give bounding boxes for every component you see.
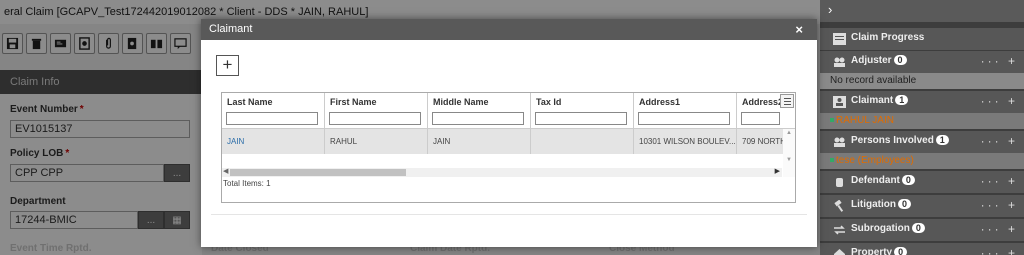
count-badge: 1 <box>935 135 949 145</box>
cell-first-name: RAHUL <box>325 129 428 154</box>
scroll-right-icon[interactable]: ▶ <box>775 167 780 175</box>
total-items: Total Items: 1 <box>223 179 271 188</box>
vertical-scrollbar[interactable]: ▲ ▼ <box>783 129 795 177</box>
home-icon <box>834 249 845 255</box>
claimant-dialog: Claimant × + Last Name First Name Middle… <box>201 19 817 247</box>
count-badge: 0 <box>901 175 915 185</box>
horizontal-scrollbar[interactable]: ◀ ▶ <box>222 168 782 177</box>
panel-actions[interactable]: ··· + <box>981 54 1018 68</box>
add-claimant-button[interactable]: + <box>216 55 239 76</box>
panel-actions[interactable]: ··· + <box>981 198 1018 212</box>
address2-filter-input[interactable] <box>741 112 780 125</box>
column-header-address1[interactable]: Address1 <box>634 93 737 129</box>
dialog-divider <box>211 214 807 215</box>
collapse-toggle[interactable]: › <box>820 0 1024 22</box>
column-menu-button[interactable] <box>780 94 794 108</box>
panel-actions[interactable]: ··· + <box>981 222 1018 236</box>
close-icon[interactable]: × <box>795 19 803 40</box>
dialog-header: Claimant × <box>201 19 817 40</box>
count-badge: 0 <box>894 247 908 255</box>
grid-header: Last Name First Name Middle Name Tax Id … <box>222 93 795 129</box>
count-badge: 0 <box>898 199 911 209</box>
column-header-tax-id[interactable]: Tax Id <box>531 93 634 129</box>
tax-id-filter-input[interactable] <box>535 112 627 125</box>
panel-actions[interactable]: ··· + <box>981 174 1018 188</box>
table-row[interactable]: JAIN RAHUL JAIN 10301 WILSON BOULEV... 7… <box>222 129 795 154</box>
claimant-grid: Last Name First Name Middle Name Tax Id … <box>221 92 796 203</box>
panel-item-persons-involved[interactable]: Persons Involved 1 ··· + <box>820 131 1024 153</box>
panel-item-claim-progress[interactable]: Claim Progress <box>820 28 1024 50</box>
panel-item-claimant[interactable]: Claimant 1 ··· + <box>820 91 1024 113</box>
count-badge: 0 <box>911 223 925 233</box>
address1-filter-input[interactable] <box>638 112 730 125</box>
cell-address1: 10301 WILSON BOULEV... <box>634 129 737 154</box>
dialog-title: Claimant <box>209 23 253 35</box>
panel-item-litigation[interactable]: Litigation 0 ··· + <box>820 195 1024 217</box>
adjuster-empty-text: No record available <box>820 73 1024 89</box>
right-panel: › Claim Progress Adjuster 0 ··· + No reco… <box>820 0 1024 255</box>
progress-icon <box>833 33 846 45</box>
exchange-icon <box>834 225 845 235</box>
panel-actions[interactable]: ··· + <box>981 94 1018 108</box>
column-header-last-name[interactable]: Last Name <box>222 93 325 129</box>
person-icon <box>833 96 846 108</box>
gavel-icon <box>834 200 844 212</box>
cell-tax-id <box>531 129 634 154</box>
cell-middle-name: JAIN <box>428 129 531 154</box>
count-badge: 0 <box>893 55 907 65</box>
cell-address2: 709 NORTHH <box>742 137 783 146</box>
column-header-middle-name[interactable]: Middle Name <box>428 93 531 129</box>
middle-name-filter-input[interactable] <box>432 112 524 125</box>
panel-actions[interactable]: ··· + <box>981 134 1018 148</box>
last-name-filter-input[interactable] <box>226 112 318 125</box>
first-name-filter-input[interactable] <box>329 112 421 125</box>
hand-icon <box>836 178 843 187</box>
panel-item-subrogation[interactable]: Subrogation 0 ··· + <box>820 219 1024 241</box>
panel-actions[interactable]: ··· + <box>981 246 1018 255</box>
users-icon <box>834 137 845 147</box>
panel-item-defendant[interactable]: Defendant 0 ··· + <box>820 171 1024 193</box>
scrollbar-thumb[interactable] <box>230 169 406 176</box>
column-header-first-name[interactable]: First Name <box>325 93 428 129</box>
persons-involved-entry[interactable]: tese (Employees) <box>820 153 1024 169</box>
users-icon <box>834 57 845 67</box>
cell-last-name[interactable]: JAIN <box>222 129 325 154</box>
count-badge: 1 <box>895 95 909 105</box>
panel-item-adjuster[interactable]: Adjuster 0 ··· + <box>820 51 1024 73</box>
scroll-left-icon[interactable]: ◀ <box>223 167 228 175</box>
column-header-address2[interactable]: Address2 <box>737 93 783 129</box>
panel-item-property[interactable]: Property 0 ··· + <box>820 243 1024 255</box>
claimant-entry[interactable]: RAHUL JAIN <box>820 113 1024 129</box>
